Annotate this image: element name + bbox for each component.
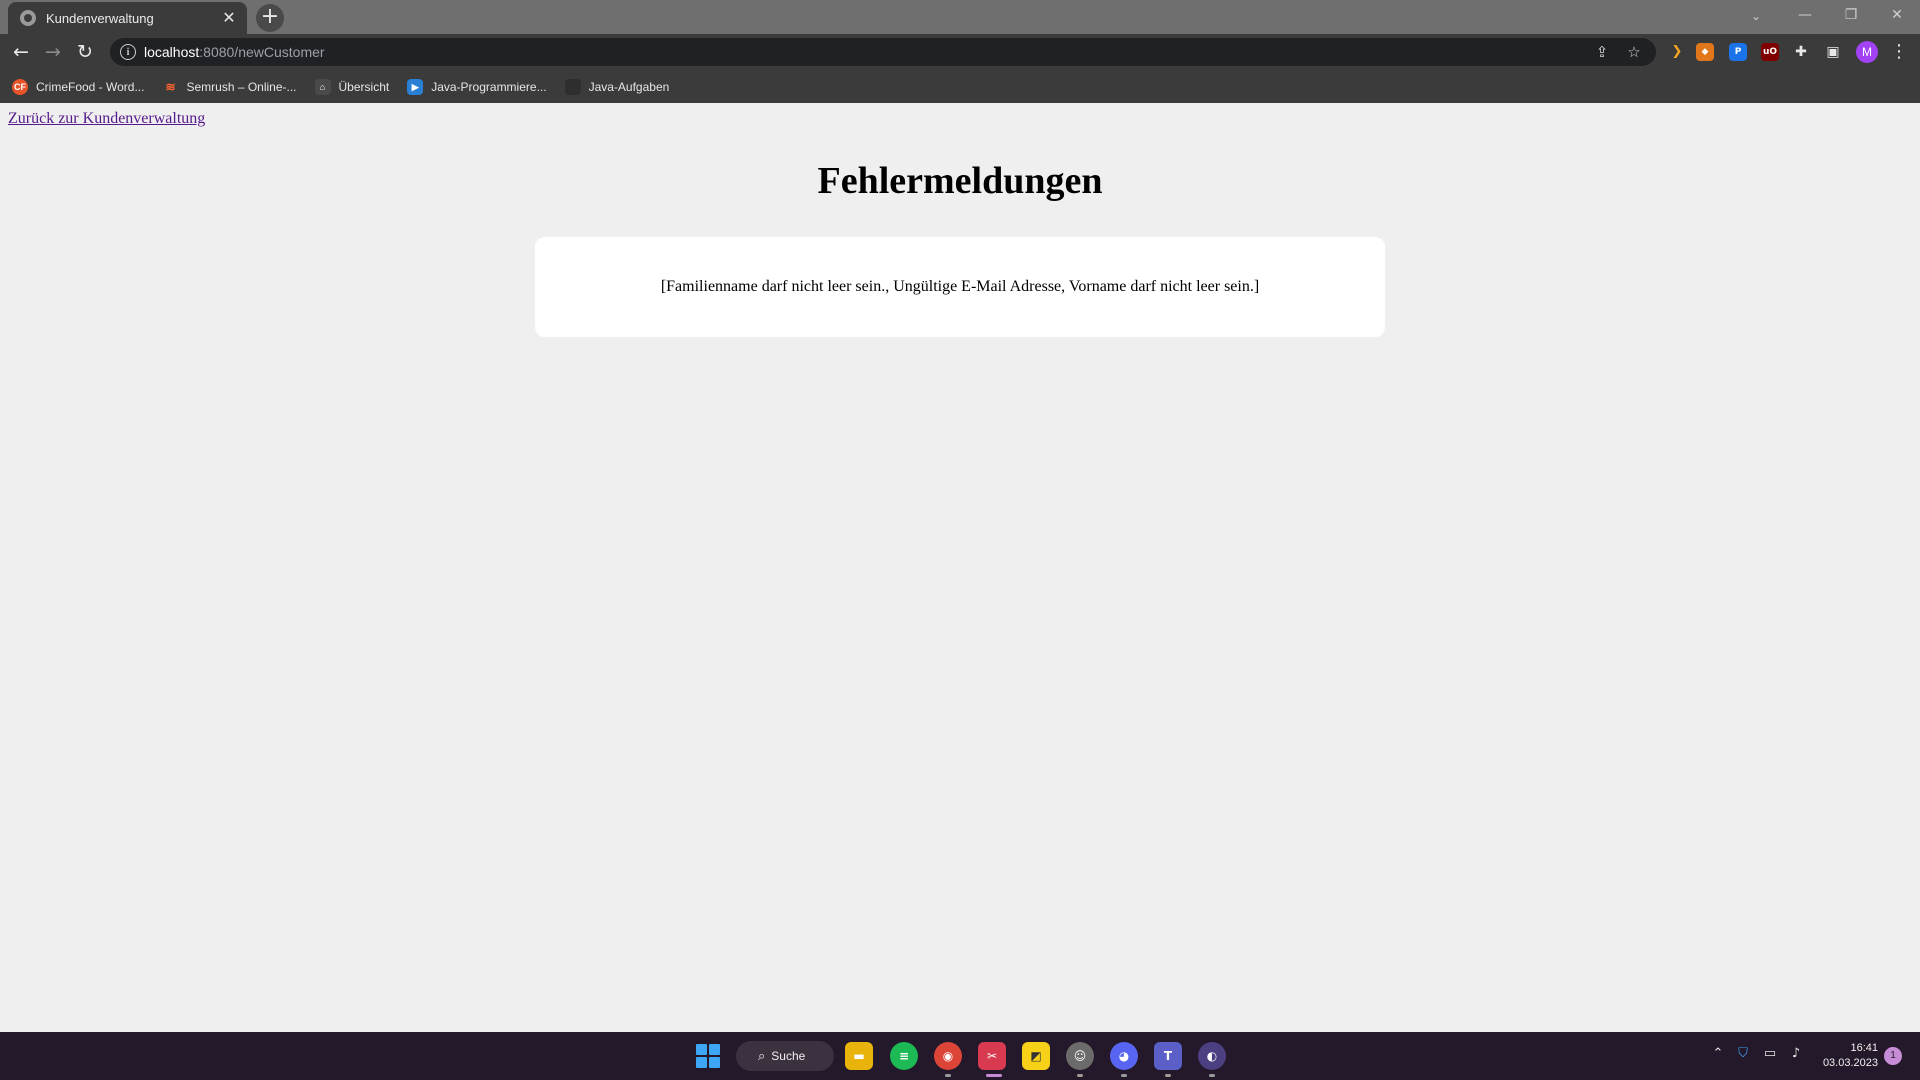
bookmark-uebersicht[interactable]: ⌂ Übersicht [314, 78, 389, 95]
metamask-extension-icon[interactable]: ◆ [1696, 43, 1714, 61]
window-controls: — ❐ ✕ [1782, 0, 1920, 30]
tab-search-icon[interactable]: ⌄ [1744, 4, 1768, 28]
profile-avatar[interactable]: M [1856, 41, 1878, 63]
extension-flame-icon[interactable]: ❯ [1668, 43, 1686, 61]
bookmark-java-aufgaben[interactable]: Java-Aufgaben [564, 78, 669, 95]
chrome-icon[interactable]: ◉ [934, 1042, 962, 1070]
error-messages-card: [Familienname darf nicht leer sein., Ung… [535, 237, 1385, 337]
spotify-icon[interactable]: ≡ [890, 1042, 918, 1070]
defender-shield-icon[interactable]: ⛉ [1733, 1046, 1753, 1061]
close-window-button[interactable]: ✕ [1874, 0, 1920, 30]
reload-icon[interactable]: ↻ [72, 39, 98, 65]
discord-icon[interactable]: ◕ [1110, 1042, 1138, 1070]
forward-arrow-icon[interactable]: → [40, 39, 66, 65]
ublock-extension-icon[interactable]: uO [1761, 43, 1779, 61]
new-tab-button[interactable]: + [256, 4, 284, 32]
browser-toolbar: ← → ↻ i localhost:8080/newCustomer ⇪ ☆ ❯… [0, 34, 1920, 70]
page-title: Fehlermeldungen [817, 160, 1103, 202]
windows-taskbar: ⌕ Suche ▬ ≡ ◉ ✂ ◩ ☺ ◕ T ◐ ⌃ ⛉ ▭ ♪ 16:41 … [0, 1032, 1920, 1080]
browser-menu-icon[interactable]: ⋮ [1890, 39, 1908, 65]
minimize-button[interactable]: — [1782, 0, 1828, 30]
tray-overflow-chevron-icon[interactable]: ⌃ [1708, 1046, 1728, 1061]
taskbar-clock[interactable]: 16:41 03.03.2023 [1812, 1041, 1878, 1071]
semrush-icon: ≋ [165, 79, 176, 94]
page-viewport: Zurück zur Kundenverwaltung Fehlermeldun… [0, 103, 1920, 1032]
site-info-icon[interactable]: i [120, 44, 136, 60]
extension-badge-icon[interactable]: P [1729, 43, 1747, 61]
teams-icon[interactable]: T [1154, 1042, 1182, 1070]
volume-icon[interactable]: ♪ [1786, 1046, 1806, 1061]
notification-badge[interactable]: 1 [1884, 1047, 1902, 1065]
file-explorer-icon[interactable]: ▬ [845, 1042, 873, 1070]
globe-icon [20, 10, 36, 26]
error-messages-text: [Familienname darf nicht leer sein., Ung… [660, 278, 1260, 295]
back-to-customers-link[interactable]: Zurück zur Kundenverwaltung [8, 110, 205, 128]
bookmark-java-programmieren[interactable]: ▶ Java-Programmiere... [407, 78, 547, 95]
network-icon[interactable]: ▭ [1760, 1046, 1780, 1061]
tab-close-icon[interactable]: ✕ [221, 10, 237, 26]
bookmark-semrush[interactable]: ≋ Semrush – Online-... [162, 79, 296, 95]
extensions-puzzle-icon[interactable]: ✚ [1792, 43, 1810, 61]
tab-title: Kundenverwaltung [46, 10, 154, 26]
taskbar-search-button[interactable]: ⌕ Suche [736, 1041, 834, 1071]
snipping-tool-icon[interactable]: ✂ [978, 1042, 1006, 1070]
browser-tab-active[interactable]: Kundenverwaltung ✕ [8, 2, 247, 34]
gimp-icon[interactable]: ☺ [1066, 1042, 1094, 1070]
restore-button[interactable]: ❐ [1828, 0, 1874, 30]
search-icon: ⌕ [758, 1048, 766, 1063]
address-url: localhost:8080/newCustomer [144, 44, 325, 60]
bookmarks-bar: CF CrimeFood - Word... ≋ Semrush – Onlin… [0, 70, 1920, 103]
back-arrow-icon[interactable]: ← [8, 39, 34, 65]
sticky-notes-icon[interactable]: ◩ [1022, 1042, 1050, 1070]
bookmark-crimefood[interactable]: CF CrimeFood - Word... [12, 78, 144, 95]
crimefood-icon: CF [12, 78, 28, 95]
page-icon [564, 78, 581, 95]
play-icon: ▶ [407, 78, 424, 95]
bookmark-star-icon[interactable]: ☆ [1622, 40, 1646, 64]
eclipse-icon[interactable]: ◐ [1198, 1042, 1226, 1070]
address-bar[interactable]: i localhost:8080/newCustomer ⇪ ☆ [110, 38, 1656, 66]
side-panel-icon[interactable]: ▣ [1824, 43, 1842, 61]
windows-start-icon[interactable] [696, 1044, 720, 1068]
browser-titlebar: Kundenverwaltung ✕ + ⌄ — ❐ ✕ [0, 0, 1920, 34]
school-icon: ⌂ [314, 78, 331, 95]
share-icon[interactable]: ⇪ [1590, 40, 1614, 64]
